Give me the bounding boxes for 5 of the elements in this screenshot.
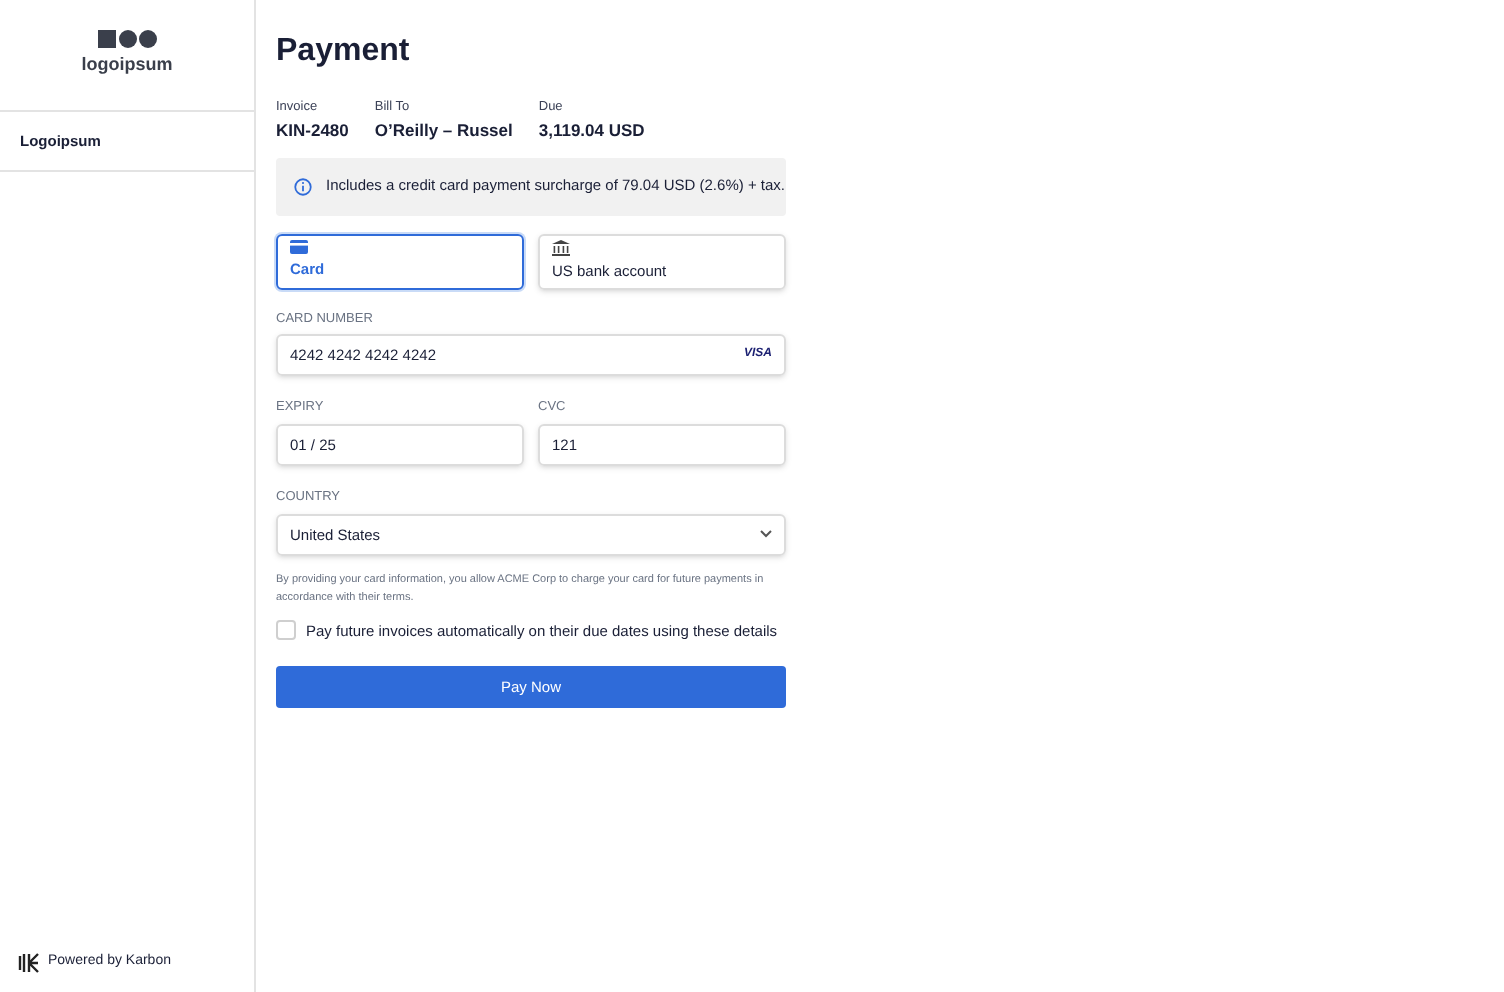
meta-value: O’Reilly – Russel bbox=[374, 117, 513, 143]
meta-value: 3,119.04 USD bbox=[538, 117, 645, 143]
page-title: Payment bbox=[276, 32, 412, 72]
meta-value: KIN-2480 bbox=[276, 117, 349, 143]
logo-text: logoipsum bbox=[81, 52, 173, 79]
